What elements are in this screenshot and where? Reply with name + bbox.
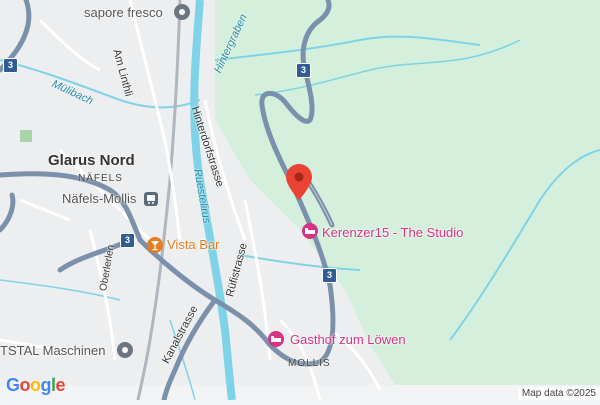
hotel-icon[interactable] bbox=[267, 330, 285, 348]
place-label-glarus-nord[interactable]: Glarus Nord bbox=[48, 152, 135, 169]
poi-label-vista-bar[interactable]: Vista Bar bbox=[167, 237, 220, 252]
route-shield-3: 3 bbox=[120, 233, 135, 248]
poi-label-sapore-fresco[interactable]: sapore fresco bbox=[84, 5, 163, 20]
train-station-icon[interactable] bbox=[144, 192, 158, 206]
route-shield-3: 3 bbox=[3, 58, 18, 73]
poi-label-kerenzer15[interactable]: Kerenzer15 - The Studio bbox=[322, 225, 463, 240]
poi-label-gasthof[interactable]: Gasthof zum Löwen bbox=[290, 332, 406, 347]
poi-label-maschinen[interactable]: TSTAL Maschinen bbox=[0, 343, 106, 358]
green-building bbox=[20, 130, 32, 142]
map-attribution[interactable]: Map data ©2025 bbox=[517, 387, 600, 400]
map-canvas[interactable]: 3 3 3 3 Glarus Nord NÄFELS MOLLIS Näfels… bbox=[0, 0, 600, 403]
place-label-mollis[interactable]: MOLLIS bbox=[288, 358, 331, 369]
poi-generic-icon[interactable] bbox=[173, 3, 191, 21]
hotel-icon[interactable] bbox=[301, 222, 319, 240]
route-shield-3: 3 bbox=[296, 63, 311, 78]
route-shield-3: 3 bbox=[322, 268, 337, 283]
cocktail-bar-icon[interactable] bbox=[146, 236, 164, 254]
red-location-pin-icon[interactable] bbox=[286, 164, 312, 200]
google-logo: Google bbox=[6, 375, 66, 395]
station-label[interactable]: Näfels-Mollis bbox=[62, 191, 136, 206]
place-label-nafels[interactable]: NÄFELS bbox=[78, 173, 123, 184]
poi-generic-icon[interactable] bbox=[116, 341, 134, 359]
